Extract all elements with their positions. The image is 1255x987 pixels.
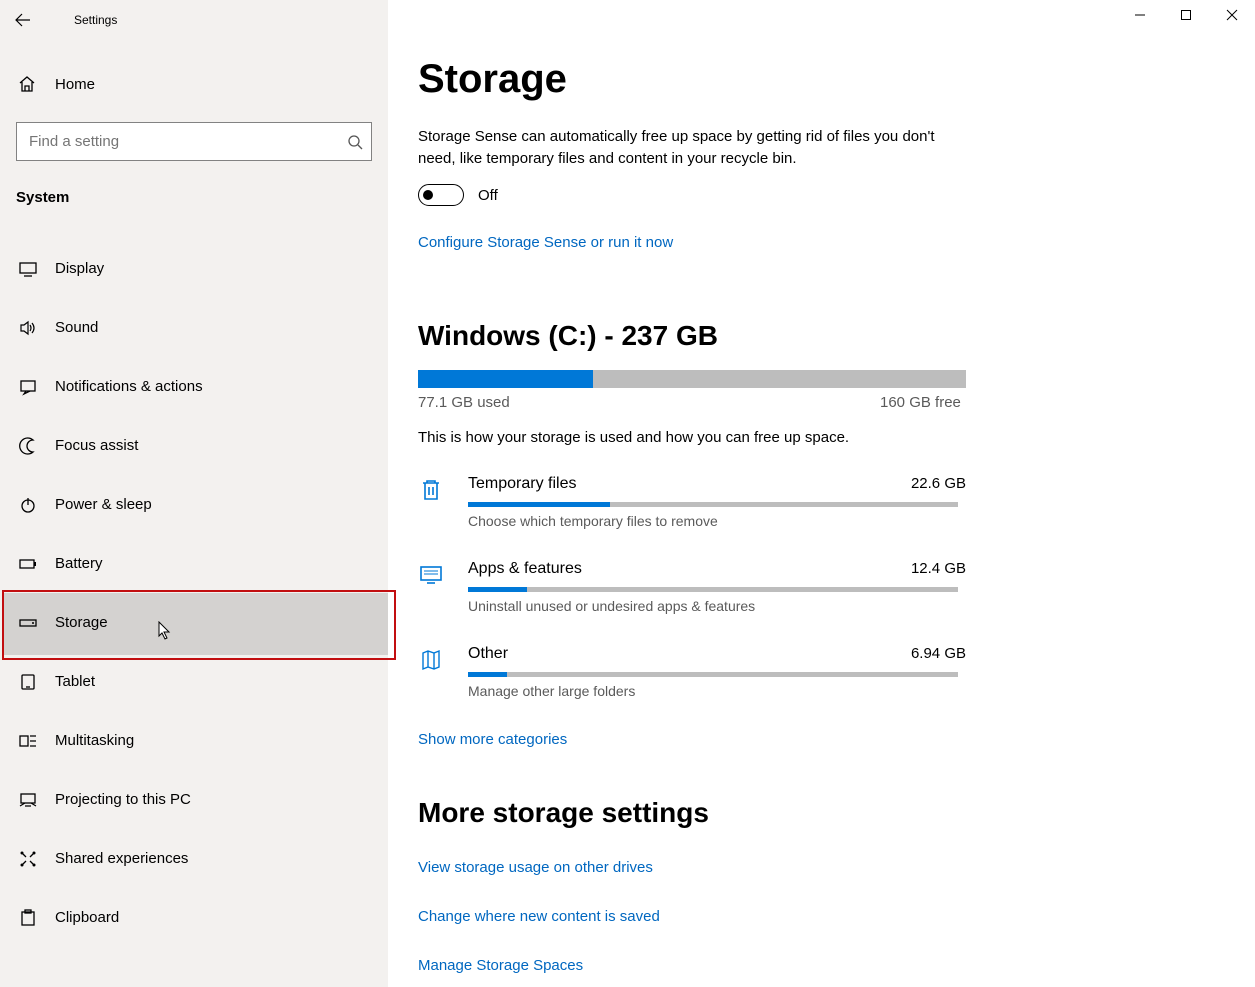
nav-home[interactable]: Home xyxy=(18,71,95,97)
sidebar-item-label: Power & sleep xyxy=(55,496,152,513)
sidebar-item-label: Display xyxy=(55,260,104,277)
shared-experiences-icon xyxy=(18,850,38,868)
category-bar xyxy=(468,672,958,677)
nav-home-label: Home xyxy=(55,76,95,93)
category-name: Other xyxy=(468,645,508,663)
sidebar-item-multitasking[interactable]: Multitasking xyxy=(0,711,388,770)
category-apps-features[interactable]: Apps & features 12.4 GB Uninstall unused… xyxy=(418,560,966,632)
map-icon xyxy=(418,647,444,673)
minimize-icon xyxy=(1134,9,1146,21)
trash-icon xyxy=(418,477,444,503)
sidebar-item-battery[interactable]: Battery xyxy=(0,534,388,593)
sidebar-item-projecting[interactable]: Projecting to this PC xyxy=(0,770,388,829)
main-content: Storage Storage Sense can automatically … xyxy=(388,0,1255,987)
apps-icon xyxy=(418,562,444,588)
close-icon xyxy=(1226,9,1238,21)
toggle-knob xyxy=(423,190,433,200)
maximize-button[interactable] xyxy=(1163,0,1209,30)
close-button[interactable] xyxy=(1209,0,1255,30)
drive-heading: Windows (C:) - 237 GB xyxy=(418,320,718,352)
category-size: 6.94 GB xyxy=(911,645,966,662)
maximize-icon xyxy=(1180,9,1192,21)
category-bar-fill xyxy=(468,502,610,507)
storage-sense-description: Storage Sense can automatically free up … xyxy=(418,126,938,170)
minimize-button[interactable] xyxy=(1117,0,1163,30)
more-storage-settings-heading: More storage settings xyxy=(418,797,709,829)
sidebar-nav-list: Display Sound Notifications & actions Fo… xyxy=(0,239,388,947)
display-icon xyxy=(18,260,38,278)
category-bar xyxy=(468,587,958,592)
notifications-icon xyxy=(18,378,38,396)
search-box[interactable] xyxy=(16,122,372,161)
sidebar-section-header: System xyxy=(16,189,69,206)
sidebar-item-storage[interactable]: Storage xyxy=(0,593,388,652)
projecting-icon xyxy=(18,791,38,809)
usage-explain: This is how your storage is used and how… xyxy=(418,429,849,446)
change-save-location-link[interactable]: Change where new content is saved xyxy=(418,908,660,925)
sound-icon xyxy=(18,319,38,337)
sidebar-item-label: Tablet xyxy=(55,673,95,690)
manage-storage-spaces-link[interactable]: Manage Storage Spaces xyxy=(418,957,583,974)
category-bar-fill xyxy=(468,587,527,592)
sidebar-item-sound[interactable]: Sound xyxy=(0,298,388,357)
drive-usage-bar xyxy=(418,370,966,388)
category-bar-fill xyxy=(468,672,507,677)
sidebar-item-label: Shared experiences xyxy=(55,850,188,867)
home-icon xyxy=(18,75,38,93)
category-size: 12.4 GB xyxy=(911,560,966,577)
drive-free-label: 160 GB free xyxy=(880,394,961,411)
sidebar-item-clipboard[interactable]: Clipboard xyxy=(0,888,388,947)
sidebar-item-label: Notifications & actions xyxy=(55,378,203,395)
sidebar-item-label: Sound xyxy=(55,319,98,336)
tablet-icon xyxy=(18,673,38,691)
titlebar-left: Settings xyxy=(0,0,117,40)
category-desc: Choose which temporary files to remove xyxy=(468,513,718,529)
drive-usage-fill xyxy=(418,370,593,388)
page-title: Storage xyxy=(418,57,567,102)
window-title: Settings xyxy=(74,13,117,27)
category-name: Temporary files xyxy=(468,475,576,493)
sidebar-item-label: Battery xyxy=(55,555,103,572)
sidebar-item-label: Focus assist xyxy=(55,437,138,454)
sidebar-item-notifications[interactable]: Notifications & actions xyxy=(0,357,388,416)
sidebar-item-label: Storage xyxy=(55,614,108,631)
category-other[interactable]: Other 6.94 GB Manage other large folders xyxy=(418,645,966,717)
focus-assist-icon xyxy=(18,437,38,455)
configure-storage-sense-link[interactable]: Configure Storage Sense or run it now xyxy=(418,234,673,251)
storage-sense-toggle-row: Off xyxy=(418,184,498,206)
sidebar-item-power-sleep[interactable]: Power & sleep xyxy=(0,475,388,534)
sidebar-item-tablet[interactable]: Tablet xyxy=(0,652,388,711)
battery-icon xyxy=(18,555,38,573)
clipboard-icon xyxy=(18,909,38,927)
sidebar-item-shared-experiences[interactable]: Shared experiences xyxy=(0,829,388,888)
show-more-categories-link[interactable]: Show more categories xyxy=(418,731,567,748)
category-size: 22.6 GB xyxy=(911,475,966,492)
sidebar-item-display[interactable]: Display xyxy=(0,239,388,298)
sidebar: Settings Home System Display Sound Notif… xyxy=(0,0,388,987)
search-input[interactable] xyxy=(17,125,339,159)
category-desc: Uninstall unused or undesired apps & fea… xyxy=(468,598,755,614)
storage-sense-toggle-label: Off xyxy=(478,187,498,204)
view-other-drives-link[interactable]: View storage usage on other drives xyxy=(418,859,653,876)
power-icon xyxy=(18,496,38,514)
multitasking-icon xyxy=(18,732,38,750)
sidebar-item-label: Projecting to this PC xyxy=(55,791,191,808)
category-temporary-files[interactable]: Temporary files 22.6 GB Choose which tem… xyxy=(418,475,966,547)
category-name: Apps & features xyxy=(468,560,582,578)
sidebar-item-label: Multitasking xyxy=(55,732,134,749)
category-bar xyxy=(468,502,958,507)
arrow-left-icon xyxy=(15,12,31,28)
drive-used-label: 77.1 GB used xyxy=(418,394,510,411)
category-desc: Manage other large folders xyxy=(468,683,635,699)
window-controls xyxy=(1117,0,1255,40)
search-icon xyxy=(339,134,371,150)
sidebar-item-focus-assist[interactable]: Focus assist xyxy=(0,416,388,475)
back-button[interactable] xyxy=(0,0,46,40)
storage-icon xyxy=(18,614,38,632)
sidebar-item-label: Clipboard xyxy=(55,909,119,926)
storage-sense-toggle[interactable] xyxy=(418,184,464,206)
